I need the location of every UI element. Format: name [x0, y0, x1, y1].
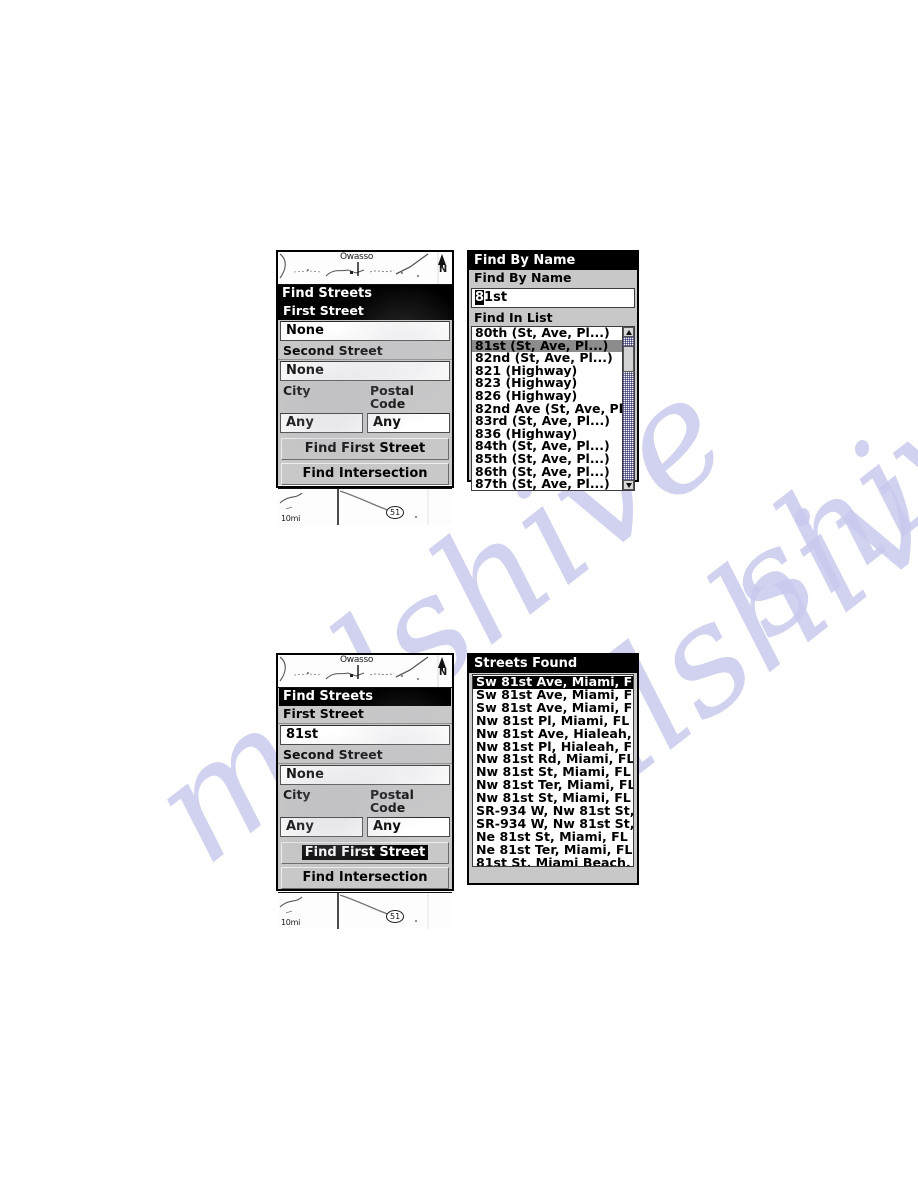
map-preview-bottom: 10mi 51 [278, 488, 452, 525]
map-scale-label: 10mi [281, 514, 300, 523]
list-item[interactable]: 836 (Highway) [472, 428, 622, 441]
label-find-in-list: Find In List [469, 309, 637, 326]
list-item[interactable]: 80th (St, Ave, Pl...) [472, 327, 622, 340]
map-city-label: Owasso [340, 252, 374, 262]
find-intersection-button-label: Find Intersection [302, 870, 428, 885]
list-item[interactable]: 83rd (St, Ave, Pl...) [472, 415, 622, 428]
north-label: N [438, 264, 447, 275]
north-label: N [438, 667, 447, 678]
list-item[interactable]: SR-934 W, Nw 81st St, Mia [473, 805, 633, 818]
find-first-street-button-label: Find First Street [304, 441, 426, 456]
find-intersection-button-label: Find Intersection [302, 466, 428, 481]
map-lines-icon [279, 489, 429, 525]
list-item[interactable]: Sw 81st Ave, Miami, FL 331 [473, 676, 633, 689]
list-item[interactable]: Sw 81st Ave, Miami, FL 331 [473, 702, 633, 715]
city-postal-label-row: City Postal Code [278, 787, 452, 816]
label-postal-code: Postal Code [365, 383, 452, 412]
list-item[interactable]: SR-934 W, Nw 81st St, Mia [473, 818, 633, 831]
watermark-text: shive [690, 312, 918, 669]
list-item[interactable]: 84th (St, Ave, Pl...) [472, 440, 622, 453]
list-item[interactable]: 85th (St, Ave, Pl...) [472, 453, 622, 466]
city-postal-value-row: Any Any [278, 412, 452, 435]
find-first-street-button[interactable]: Find First Street [281, 438, 449, 460]
list-item[interactable]: Nw 81st St, Miami, FL 33150 [473, 792, 633, 805]
find-first-street-button[interactable]: Find First Street [281, 842, 449, 864]
field-second-street[interactable]: None [280, 361, 450, 381]
list-item[interactable]: Nw 81st Ter, Miami, FL 331 [473, 779, 633, 792]
field-city[interactable]: Any [280, 817, 363, 837]
map-city-label: Owasso [340, 655, 374, 665]
find-intersection-button[interactable]: Find Intersection [281, 867, 449, 889]
list-item[interactable]: 821 (Highway) [472, 365, 622, 378]
label-find-by-name: Find By Name [469, 270, 637, 287]
find-first-street-button-label: Find First Street [301, 845, 429, 860]
page-title: Find By Name [469, 252, 637, 270]
list-item[interactable]: 82nd (St, Ave, Pl...) [472, 352, 622, 365]
list-item[interactable]: Nw 81st St, Miami, FL 33147 [473, 766, 633, 779]
map-preview-bottom: 10mi 51 [278, 892, 452, 929]
list-item[interactable]: Nw 81st Pl, Miami, FL 33166 [473, 715, 633, 728]
map-preview-top: Owasso N [278, 655, 452, 688]
streets-found-list[interactable]: Sw 81st Ave, Miami, FL 331Sw 81st Ave, M… [472, 674, 634, 867]
text-cursor: 8 [475, 289, 485, 305]
highway-shield-icon: 51 [386, 910, 405, 923]
list-scrollbar[interactable] [622, 327, 634, 490]
scroll-up-arrow-icon[interactable] [623, 327, 634, 337]
field-second-street[interactable]: None [280, 765, 450, 785]
map-scale-label: 10mi [281, 918, 300, 927]
list-item[interactable]: 823 (Highway) [472, 377, 622, 390]
list-item[interactable]: 86th (St, Ave, Pl...) [472, 466, 622, 479]
label-first-street[interactable]: First Street [278, 303, 452, 320]
screen-streets-found: Streets Found Sw 81st Ave, Miami, FL 331… [467, 653, 639, 885]
label-postal-code: Postal Code [365, 787, 452, 816]
map-preview-top: Owasso N [278, 252, 452, 285]
field-postal-code[interactable]: Any [367, 413, 450, 433]
field-city[interactable]: Any [280, 413, 363, 433]
list-item[interactable]: Ne 81st St, Miami, FL 33138 [473, 831, 633, 844]
screen-find-streets-filled: Owasso N Find Streets First Street 81st … [276, 653, 454, 929]
find-in-list-rows: 80th (St, Ave, Pl...) 81st (St, Ave, Pl..… [472, 327, 622, 490]
field-first-street[interactable]: None [280, 320, 450, 341]
list-item[interactable]: Ne 81st Ter, Miami, FL 3313 [473, 844, 633, 857]
list-item[interactable]: 81st (St, Ave, Pl...) [472, 339, 622, 353]
list-item[interactable]: 826 (Highway) [472, 390, 622, 403]
list-item[interactable]: Nw 81st Pl, Hialeah, FL 330 [473, 741, 633, 754]
page-title: Streets Found [469, 655, 637, 673]
city-postal-value-row: Any Any [278, 816, 452, 839]
search-input[interactable]: 81st [471, 287, 635, 308]
find-intersection-button[interactable]: Find Intersection [281, 463, 449, 485]
field-postal-code[interactable]: Any [367, 817, 450, 837]
map-lines-icon [279, 893, 429, 929]
search-input-value: 1st [484, 289, 508, 305]
page-title: Find Streets [278, 285, 452, 303]
scrollbar-thumb[interactable] [623, 345, 634, 372]
list-item[interactable]: Nw 81st Rd, Miami, FL 3316 [473, 753, 633, 766]
city-postal-label-row: City Postal Code [278, 383, 452, 412]
label-second-street[interactable]: Second Street [278, 342, 452, 360]
panel-body: Find Streets First Street None Second St… [278, 285, 452, 485]
label-second-street[interactable]: Second Street [278, 746, 452, 764]
label-city: City [278, 787, 365, 816]
highway-shield-icon: 51 [386, 506, 405, 519]
scroll-down-arrow-icon[interactable] [623, 480, 634, 490]
list-item[interactable]: 82nd Ave (St, Ave, Pl...) [472, 403, 622, 416]
label-first-street[interactable]: First Street [278, 706, 452, 724]
screen-find-by-name: Find By Name Find By Name 81st Find In L… [467, 250, 639, 491]
page-title: Find Streets [279, 688, 451, 706]
list-item[interactable]: 87th (St, Ave, Pl...) [472, 478, 622, 490]
label-city: City [278, 383, 365, 412]
panel-body: Find Streets First Street 81st Second St… [278, 688, 452, 889]
find-in-list[interactable]: 80th (St, Ave, Pl...) 81st (St, Ave, Pl..… [471, 326, 635, 491]
field-first-street[interactable]: 81st [280, 724, 450, 745]
list-item[interactable]: Sw 81st Ave, Miami, FL 331 [473, 689, 633, 702]
list-item[interactable]: 81st St, Miami Beach, FL 33 [473, 857, 633, 866]
list-item[interactable]: Nw 81st Ave, Hialeah, FL 3: [473, 728, 633, 741]
screen-find-streets-empty: Owasso N Find Streets First Street None … [276, 250, 454, 525]
